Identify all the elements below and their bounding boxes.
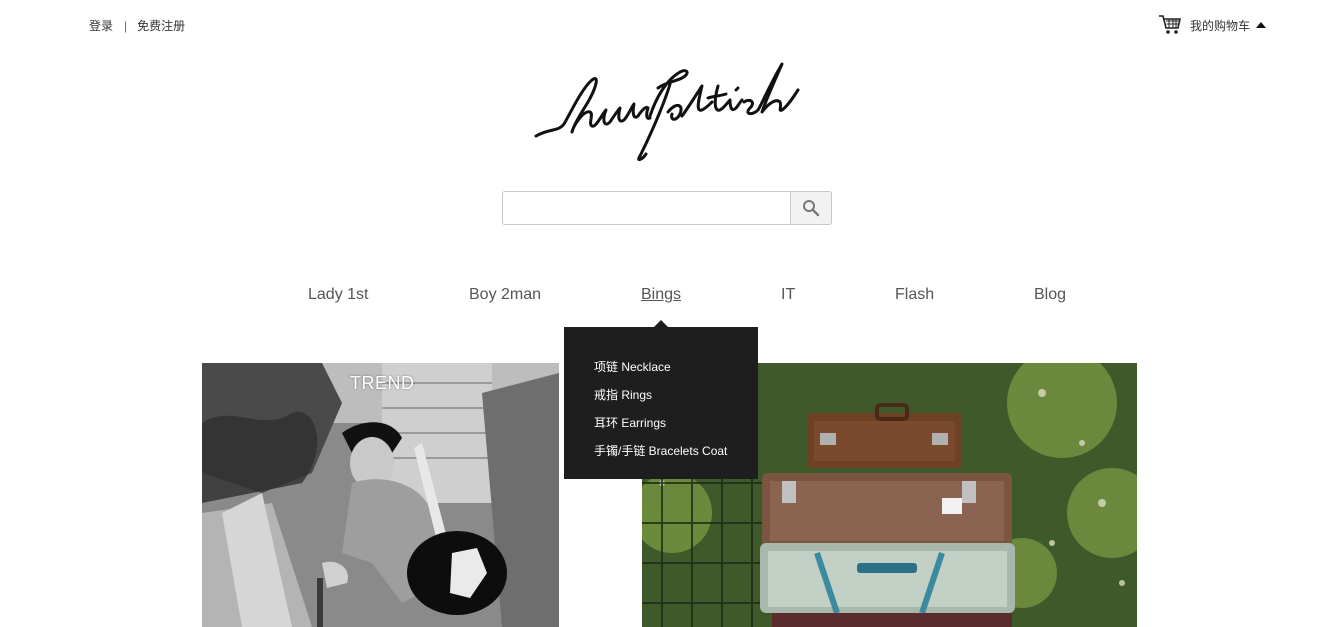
banner-left-image [202, 363, 559, 627]
dropdown-item-rings[interactable]: 戒指 Rings [594, 381, 758, 409]
banner-left[interactable]: TREND [202, 363, 559, 627]
nav-dropdown-bings: 项链 Necklace 戒指 Rings 耳环 Earrings 手镯/手链 B… [564, 320, 758, 479]
logo[interactable] [530, 58, 802, 164]
nav-item-blog[interactable]: Blog [1034, 286, 1066, 304]
dropdown-item-earrings[interactable]: 耳环 Earrings [594, 409, 758, 437]
logo-script [534, 62, 800, 162]
register-link[interactable]: 免费注册 [137, 19, 185, 33]
auth-links: 登录 | 免费注册 [89, 17, 185, 34]
dropdown-arrow [654, 320, 668, 327]
cart-label: 我的购物车 [1190, 18, 1251, 33]
cart-button[interactable]: 我的购物车 [1158, 14, 1267, 36]
search-icon [803, 200, 820, 217]
dropdown-item-necklace[interactable]: 项链 Necklace [594, 353, 758, 381]
nav-item-it[interactable]: IT [781, 286, 795, 304]
search-bar [502, 191, 832, 225]
login-link[interactable]: 登录 [89, 19, 113, 33]
dropdown-item-bracelets[interactable]: 手镯/手链 Bracelets Coat [594, 437, 758, 465]
auth-separator: | [124, 19, 128, 33]
search-input[interactable] [502, 191, 791, 225]
nav-item-boy-2man[interactable]: Boy 2man [469, 286, 541, 304]
cart-icon [1159, 15, 1181, 34]
nav-item-flash[interactable]: Flash [895, 286, 934, 304]
main-nav: Lady 1st Boy 2man Bings IT Flash Blog [0, 286, 1322, 306]
caret-up-icon [1256, 22, 1267, 28]
banner-caption: TREND [350, 373, 415, 393]
nav-item-lady-1st[interactable]: Lady 1st [308, 286, 368, 304]
search-button[interactable] [790, 191, 832, 225]
nav-item-bings[interactable]: Bings [641, 286, 681, 304]
